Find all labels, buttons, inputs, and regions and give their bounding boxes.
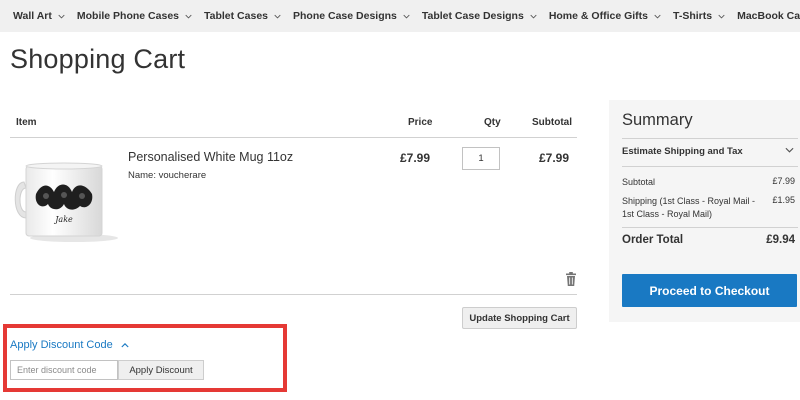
product-option: Name: voucherare: [128, 170, 207, 181]
page-title: Shopping Cart: [10, 44, 186, 74]
summary-panel: Summary Estimate Shipping and Tax Subtot…: [609, 100, 800, 322]
subtotal-label: Subtotal: [622, 177, 656, 187]
chevron-up-icon: [121, 343, 129, 348]
column-header-subtotal: Subtotal: [532, 117, 572, 128]
order-total-label: Order Total: [622, 234, 684, 246]
shipping-value: £1.95: [772, 195, 795, 205]
nav-item-label: Wall Art: [13, 10, 52, 22]
nav-item-label: MacBook Cases: [737, 10, 800, 22]
cart-divider: [10, 294, 577, 295]
nav-item-mobile-phone-cases[interactable]: Mobile Phone Cases: [77, 10, 192, 22]
discount-toggle[interactable]: Apply Discount Code: [10, 339, 129, 351]
chevron-down-icon: [530, 14, 537, 19]
subtotal-value: £7.99: [772, 176, 795, 186]
nav-item-phone-case-designs[interactable]: Phone Case Designs: [293, 10, 410, 22]
chevron-down-icon: [58, 14, 65, 19]
summary-divider: [622, 166, 798, 167]
discount-code-input[interactable]: [10, 360, 118, 380]
chevron-down-icon[interactable]: [785, 147, 794, 154]
nav-item-home-office-gifts[interactable]: Home & Office Gifts: [549, 10, 661, 22]
summary-title: Summary: [622, 111, 693, 129]
nav-item-label: T-Shirts: [673, 10, 713, 22]
chevron-down-icon: [654, 14, 661, 19]
nav-item-label: Tablet Case Designs: [421, 10, 524, 22]
column-header-qty: Qty: [484, 117, 501, 128]
item-price: £7.99: [400, 151, 431, 165]
chevron-down-icon: [274, 14, 281, 19]
nav-item-label: Home & Office Gifts: [548, 10, 648, 22]
cart-table-header: Item Price Qty Subtotal: [10, 108, 577, 138]
product-image-text: Jake: [53, 215, 73, 224]
nav-item-macbook-cases[interactable]: MacBook Cases: [737, 10, 800, 22]
discount-toggle-label: Apply Discount Code: [10, 339, 113, 351]
trash-icon[interactable]: [565, 272, 577, 286]
order-total-value: £9.94: [766, 234, 795, 246]
qty-input[interactable]: [462, 147, 500, 170]
discount-highlight-box: [3, 324, 287, 392]
nav-item-label: Mobile Phone Cases: [76, 10, 179, 22]
top-navigation: Wall Art Mobile Phone Cases Tablet Cases…: [0, 0, 800, 32]
summary-divider: [622, 138, 798, 139]
product-image[interactable]: Jake: [14, 160, 118, 244]
chevron-down-icon: [718, 14, 725, 19]
shipping-label-line1: Shipping (1st Class - Royal Mail -: [622, 196, 756, 206]
shipping-label: Shipping (1st Class - Royal Mail - 1st C…: [622, 195, 755, 220]
nav-item-t-shirts[interactable]: T-Shirts: [673, 10, 725, 22]
chevron-down-icon: [185, 14, 192, 19]
apply-discount-button[interactable]: Apply Discount: [118, 360, 204, 380]
nav-item-label: Tablet Cases: [204, 10, 268, 22]
nav-item-label: Phone Case Designs: [293, 10, 397, 22]
nav-item-tablet-case-designs[interactable]: Tablet Case Designs: [422, 10, 537, 22]
product-name[interactable]: Personalised White Mug 11oz: [128, 150, 293, 164]
column-header-item: Item: [16, 117, 37, 128]
update-cart-button[interactable]: Update Shopping Cart: [462, 307, 577, 329]
nav-item-tablet-cases[interactable]: Tablet Cases: [204, 10, 281, 22]
item-subtotal: £7.99: [539, 151, 570, 165]
chevron-down-icon: [403, 14, 410, 19]
summary-divider: [622, 227, 798, 228]
proceed-to-checkout-button[interactable]: Proceed to Checkout: [622, 274, 797, 307]
nav-item-wall-art[interactable]: Wall Art: [13, 10, 65, 22]
shipping-label-line2: 1st Class - Royal Mail): [622, 208, 713, 219]
estimate-shipping-toggle[interactable]: Estimate Shipping and Tax: [622, 146, 743, 157]
column-header-price: Price: [408, 117, 433, 128]
